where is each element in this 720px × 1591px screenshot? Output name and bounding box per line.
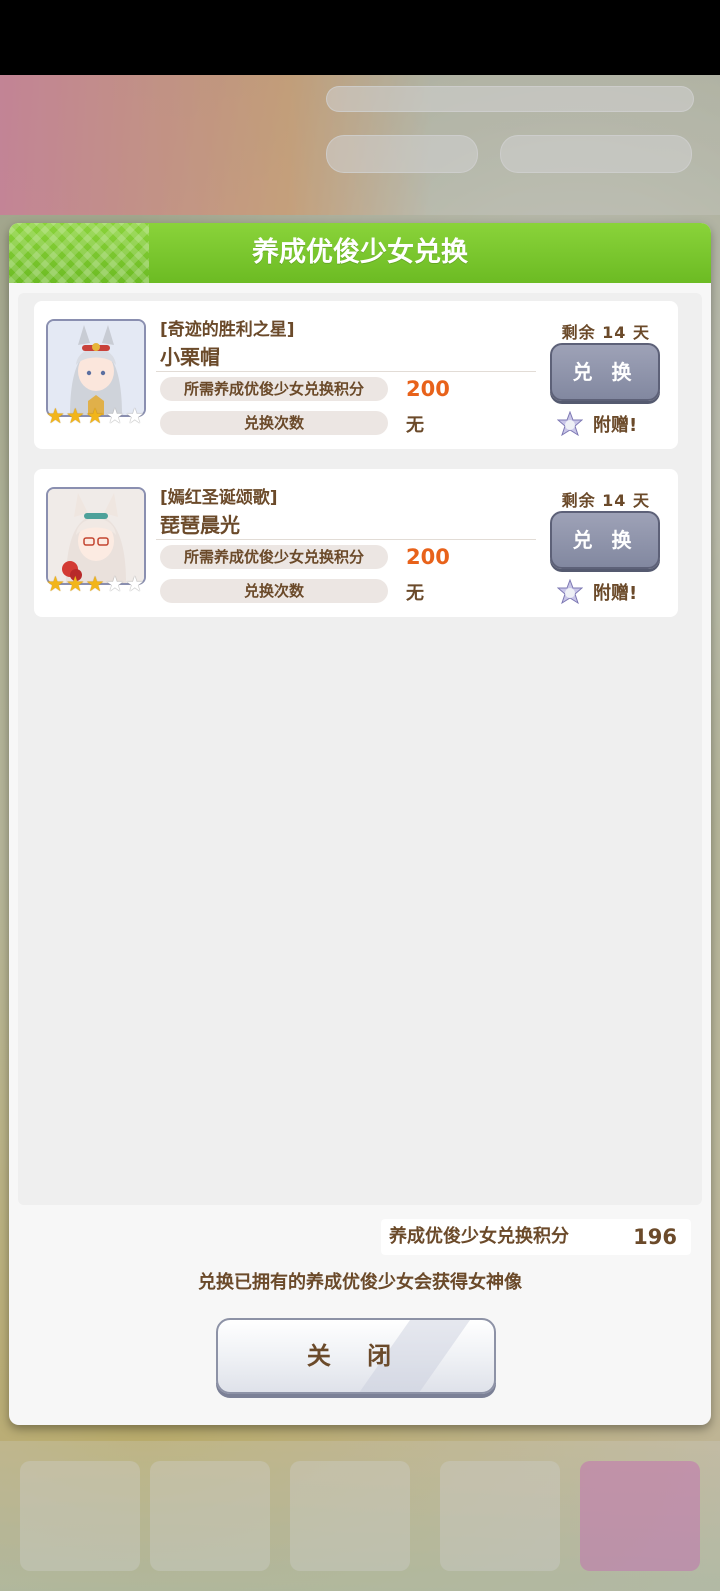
exchange-dialog: 养成优俊少女兑换 ★ ★ ★ ★ ★ [奇迹的胜利之星] 小栗帽 所需养成优俊少… (9, 223, 711, 1425)
star-filled-icon: ★ (85, 572, 105, 596)
character-name: 琵琶晨光 (160, 513, 240, 537)
bonus-info[interactable]: 附赠! (557, 577, 657, 605)
character-portrait[interactable] (46, 487, 146, 585)
goddess-statue-icon (557, 579, 583, 605)
divider (156, 539, 536, 540)
rarity-stars: ★ ★ ★ ★ ★ (46, 572, 144, 596)
character-epithet: [嫣红圣诞颂歌] (160, 488, 278, 508)
close-button[interactable]: 关 闭 (216, 1318, 496, 1394)
star-empty-icon: ★ (105, 404, 125, 428)
star-empty-icon: ★ (125, 572, 145, 596)
star-empty-icon: ★ (125, 404, 145, 428)
dialog-header: 养成优俊少女兑换 (9, 223, 711, 283)
character-epithet: [奇迹的胜利之星] (160, 320, 295, 340)
list-item: ★ ★ ★ ★ ★ [奇迹的胜利之星] 小栗帽 所需养成优俊少女兑换积分 200… (34, 301, 678, 449)
character-portrait-icon (48, 489, 144, 583)
character-portrait[interactable] (46, 319, 146, 417)
goddess-statue-icon (557, 411, 583, 437)
exchange-count-value: 无 (406, 415, 424, 436)
points-required-value: 200 (406, 377, 450, 401)
exchange-count-value: 无 (406, 583, 424, 604)
exchange-note: 兑换已拥有的养成优俊少女会获得女神像 (198, 1272, 522, 1293)
exchange-count-label: 兑换次数 (160, 579, 388, 603)
divider (156, 371, 536, 372)
points-required-label: 所需养成优俊少女兑换积分 (160, 545, 388, 569)
bonus-label: 附赠! (593, 583, 638, 604)
close-button-label: 关 闭 (306, 1342, 406, 1370)
exchange-list[interactable]: ★ ★ ★ ★ ★ [奇迹的胜利之星] 小栗帽 所需养成优俊少女兑换积分 200… (18, 293, 702, 1205)
points-required-label: 所需养成优俊少女兑换积分 (160, 377, 388, 401)
points-required-value: 200 (406, 545, 450, 569)
bonus-label: 附赠! (593, 415, 638, 436)
dialog-title: 养成优俊少女兑换 (252, 237, 468, 268)
exchange-button[interactable]: 兑 换 (550, 343, 660, 401)
owned-points-value: 196 (633, 1225, 677, 1249)
star-filled-icon: ★ (46, 404, 65, 428)
remaining-days: 剩余 14 天 (561, 491, 650, 510)
remaining-days: 剩余 14 天 (561, 323, 650, 342)
owned-points-bar: 养成优俊少女兑换积分 196 (381, 1219, 691, 1255)
bonus-info[interactable]: 附赠! (557, 409, 657, 437)
star-empty-icon: ★ (105, 572, 125, 596)
rarity-stars: ★ ★ ★ ★ ★ (46, 404, 144, 428)
star-filled-icon: ★ (65, 404, 85, 428)
star-filled-icon: ★ (65, 572, 85, 596)
exchange-button[interactable]: 兑 换 (550, 511, 660, 569)
character-portrait-icon (48, 321, 144, 415)
list-item: ★ ★ ★ ★ ★ [嫣红圣诞颂歌] 琵琶晨光 所需养成优俊少女兑换积分 200… (34, 469, 678, 617)
star-filled-icon: ★ (46, 572, 65, 596)
owned-points-label: 养成优俊少女兑换积分 (389, 1226, 569, 1247)
exchange-count-label: 兑换次数 (160, 411, 388, 435)
character-name: 小栗帽 (160, 345, 220, 369)
star-filled-icon: ★ (85, 404, 105, 428)
